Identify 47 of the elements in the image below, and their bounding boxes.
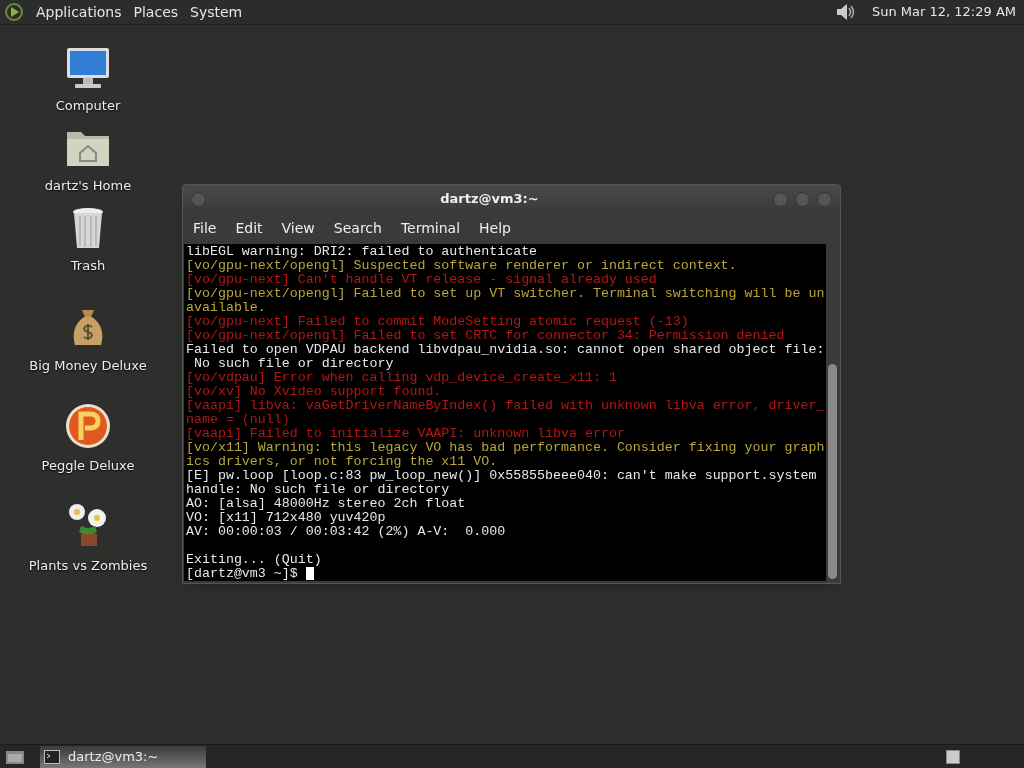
terminal-line: VO: [x11] 712x480 yuv420p bbox=[186, 511, 387, 525]
scrollbar[interactable] bbox=[826, 244, 839, 581]
menu-item[interactable]: Help bbox=[471, 218, 519, 239]
panel-menu[interactable]: Applications bbox=[36, 1, 122, 23]
clock: Sun Mar 12, 12:29 AM bbox=[871, 3, 1016, 22]
terminal-line: [vo/gpu-next/opengl] Suspected software renderer or indirect context. bbox=[186, 259, 738, 273]
terminal-line: AO: [alsa] 48000Hz stereo 2ch float bbox=[186, 497, 467, 511]
menu-item[interactable]: File bbox=[185, 218, 225, 239]
menu-item[interactable]: Terminal bbox=[392, 218, 469, 239]
terminal-icon bbox=[44, 749, 60, 764]
panel-menu[interactable]: Places bbox=[133, 1, 179, 23]
icon-label[interactable]: Big Money Deluxe bbox=[29, 356, 147, 376]
terminal-line: Failed to open VDPAU backend libvdpau_nvidia.so: cannot open shared object file: bbox=[186, 343, 826, 357]
terminal-line: [vo/vdpau] Error when calling vdp_device_create_x11: 1 bbox=[186, 371, 618, 385]
icon-label[interactable]: Trash bbox=[70, 256, 106, 276]
terminal-line: [vo/gpu-next] Can't handle VT release - signal already used bbox=[186, 273, 658, 287]
terminal-line: available. bbox=[186, 301, 267, 315]
terminal-line: [vo/x11] Warning: this legacy VO has bad performance. Consider fixing your graph bbox=[186, 441, 826, 455]
text-cursor bbox=[305, 567, 314, 580]
logo-icon[interactable] bbox=[4, 2, 24, 22]
taskbar-button[interactable]: dartz@vm3:~ bbox=[40, 745, 206, 768]
menu-item[interactable]: Edit bbox=[227, 218, 271, 239]
terminal-line: ics drivers, or not forcing the x11 VO. bbox=[186, 455, 499, 469]
terminal-line: name = (null) bbox=[186, 413, 291, 427]
terminal-line: [vaapi] libva: vaGetDriverNameByIndex() failed with unknown libva error, driver_ bbox=[186, 399, 826, 413]
menu-item[interactable]: View bbox=[273, 218, 323, 239]
terminal-line: [vo/gpu-next/opengl] Failed to set CRTC for connector 34: Permission denied bbox=[186, 329, 786, 343]
terminal-line: No such file or directory bbox=[192, 357, 395, 371]
terminal-line: [vo/gpu-next/opengl] Failed to set up VT switcher. Terminal switching will be un bbox=[186, 287, 826, 301]
workspace-switcher[interactable] bbox=[946, 749, 960, 764]
terminal-line: AV: 00:00:03 / 00:03:42 (2%) A-V: 0.000 bbox=[186, 525, 507, 539]
terminal-line: libEGL warning: DRI2: failed to authenticate bbox=[186, 245, 539, 259]
panel-menu[interactable]: System bbox=[190, 1, 243, 23]
scrollbar-thumb[interactable] bbox=[828, 364, 837, 579]
terminal-line: [E] pw.loop [loop.c:83 pw_loop_new()] 0x55855beee040: can't make support.system bbox=[186, 469, 818, 483]
icon-label[interactable]: dartz's Home bbox=[44, 176, 132, 196]
terminal-line: [vo/gpu-next] Failed to commit ModeSetting atomic request (-13) bbox=[186, 315, 690, 329]
terminal-line: [vaapi] Failed to initialize VAAPI: unknown libva error bbox=[186, 427, 626, 441]
shell-prompt: [dartz@vm3 ~]$ bbox=[186, 567, 299, 581]
menu-item[interactable]: Search bbox=[325, 218, 390, 239]
icon-label[interactable]: Plants vs Zombies bbox=[28, 556, 148, 576]
icon-label[interactable]: Computer bbox=[55, 96, 121, 116]
terminal-line: Exiting... (Quit) bbox=[186, 553, 323, 567]
icon-label[interactable]: Peggle Deluxe bbox=[41, 456, 135, 476]
window-title: dartz@vm3:~ bbox=[439, 190, 540, 209]
terminal-line: handle: No such file or directory bbox=[186, 483, 451, 497]
terminal-line: [vo/xv] No Xvideo support found. bbox=[186, 385, 443, 399]
